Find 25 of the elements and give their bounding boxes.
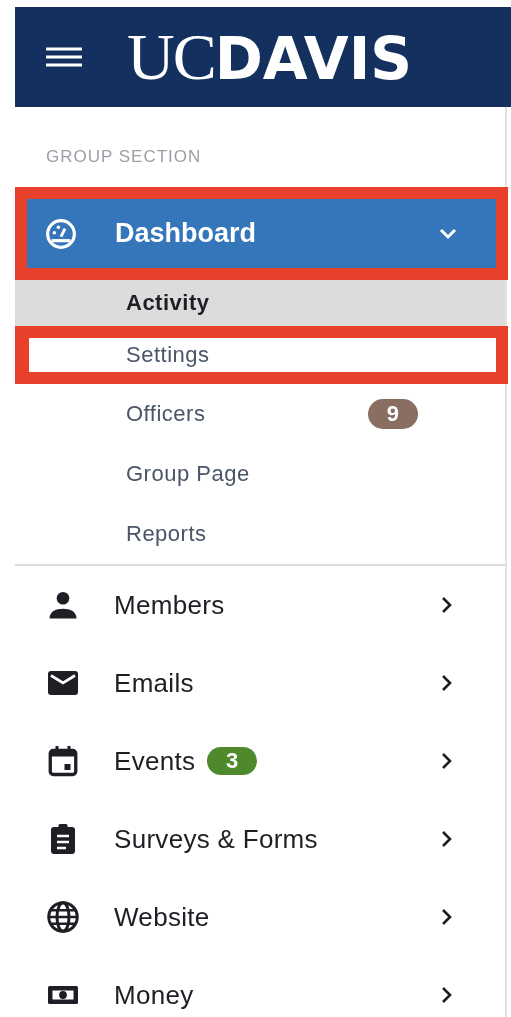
submenu-item[interactable]: Group Page (15, 444, 505, 504)
submenu-item[interactable]: Officers 9 (15, 384, 505, 444)
menu-item[interactable]: Members (15, 566, 505, 644)
menu-item[interactable]: Website (15, 878, 505, 956)
count-badge: 3 (207, 747, 258, 775)
chevron-right-icon (441, 752, 453, 770)
chevron-right-icon (441, 908, 453, 926)
submenu-item[interactable]: Reports (15, 504, 505, 564)
menu-item[interactable]: Events 3 (15, 722, 505, 800)
submenu-item[interactable]: Activity (15, 280, 505, 326)
menu-item[interactable]: Emails (15, 644, 505, 722)
chevron-right-icon (441, 986, 453, 1004)
count-badge: 9 (368, 399, 418, 429)
dashboard-menu-item[interactable]: Dashboard (27, 199, 496, 268)
chevron-right-icon (441, 830, 453, 848)
chevron-down-icon (438, 226, 458, 241)
section-label: GROUP SECTION (46, 147, 202, 167)
chevron-right-icon (441, 596, 453, 614)
gauge-icon (45, 217, 77, 250)
globe-icon (45, 899, 81, 935)
chevron-right-icon (441, 674, 453, 692)
logo[interactable]: UCDAVIS (127, 19, 413, 95)
menu-item[interactable]: Money (15, 956, 505, 1017)
submenu-item[interactable]: Settings (29, 338, 496, 372)
menu-item[interactable]: Surveys & Forms (15, 800, 505, 878)
